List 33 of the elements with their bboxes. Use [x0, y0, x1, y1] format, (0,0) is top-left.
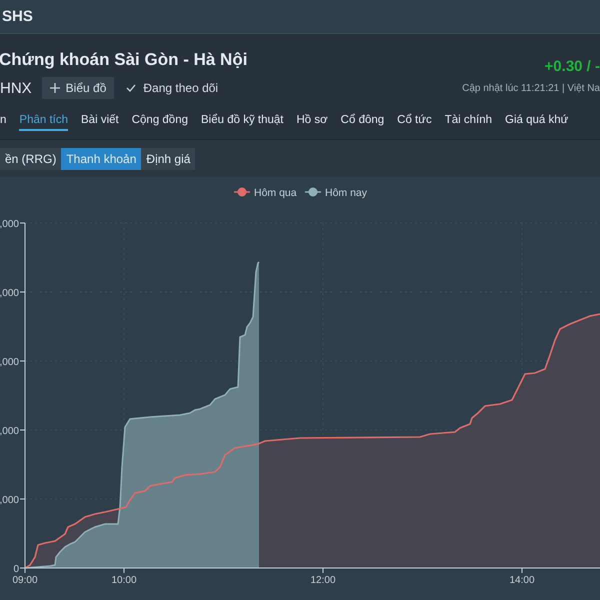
plus-icon	[50, 83, 60, 93]
tab[interactable]: Cổ đông	[340, 111, 384, 131]
tab[interactable]: Cộng đồng	[132, 111, 188, 131]
x-tick-label: 12:00	[310, 575, 336, 586]
tab[interactable]: Biểu đồ kỹ thuật	[201, 111, 284, 131]
sub-tab[interactable]: Định giá	[141, 148, 196, 170]
y-tick-label: ,000	[0, 357, 19, 368]
update-time: Cập nhật lúc 11:21:21 | Việt Na	[462, 83, 600, 94]
x-tick-label: 10:00	[111, 575, 137, 586]
tab[interactable]: Hồ sơ	[296, 111, 328, 131]
x-tick-label: 14:00	[509, 575, 535, 586]
legend-label[interactable]: Hôm qua	[254, 187, 297, 199]
tab[interactable]: Cổ tức	[397, 111, 432, 131]
x-tick-label: 09:00	[12, 575, 38, 586]
company-name: Chứng khoán Sài Gòn - Hà Nội	[0, 50, 248, 70]
tab[interactable]: Phân tích	[19, 111, 68, 131]
tab[interactable]: n	[0, 111, 6, 131]
check-icon	[126, 84, 136, 92]
y-tick-label: ,000	[0, 426, 19, 437]
add-chart-button[interactable]: Biểu đồ	[42, 77, 114, 99]
y-tick-label: ,000	[0, 495, 19, 506]
tab[interactable]: Giá quá khứ	[505, 111, 568, 131]
y-tick-label: ,000	[0, 219, 19, 230]
tab[interactable]: Bài viết	[81, 111, 119, 131]
follow-toggle[interactable]: Đang theo dõi	[124, 81, 220, 95]
y-tick-label: ,000	[0, 288, 19, 299]
sub-tab[interactable]: ền (RRG)	[0, 148, 62, 170]
exchange-label: HNX	[0, 80, 32, 96]
legend-label[interactable]: Hôm nay	[325, 187, 368, 199]
price-change: +0.30 / -	[544, 58, 600, 75]
stock-symbol: SHS	[2, 8, 33, 25]
y-tick-label: 0	[13, 564, 19, 575]
tab[interactable]: Tài chính	[444, 111, 492, 131]
